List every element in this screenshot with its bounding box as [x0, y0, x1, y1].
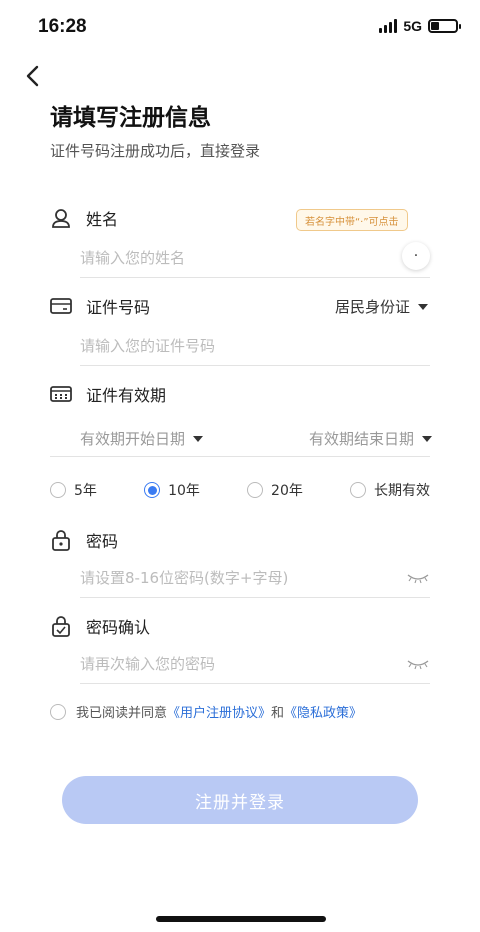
confirm-label-row: 密码确认 — [50, 614, 150, 638]
agreement-checkbox[interactable] — [50, 703, 66, 720]
battery-icon — [428, 19, 461, 33]
calendar-icon — [50, 383, 72, 405]
eye-closed-icon[interactable] — [406, 658, 430, 670]
validity-end-select[interactable]: 有效期结束日期 — [309, 428, 432, 449]
page-subtitle: 证件号码注册成功后，直接登录 — [50, 142, 261, 160]
status-bar: 16:28 5G — [0, 0, 480, 54]
chevron-down-icon — [193, 435, 204, 442]
radio-circle — [350, 482, 366, 498]
radio-label: 长期有效 — [374, 483, 430, 499]
name-input[interactable] — [80, 248, 380, 267]
id-label: 证件号码 — [86, 298, 151, 317]
password-label-row: 密码 — [50, 528, 118, 552]
register-login-button[interactable]: 注册并登录 — [62, 776, 418, 824]
network-type: 5G — [403, 18, 422, 34]
radio-5-years[interactable]: 5年 — [50, 480, 97, 500]
card-icon — [50, 295, 72, 317]
confirm-input-row — [80, 644, 430, 684]
chevron-down-icon — [422, 435, 432, 442]
privacy-policy-link[interactable]: 《隐私政策》 — [284, 706, 362, 721]
radio-long-term[interactable]: 长期有效 — [350, 480, 430, 500]
lock-icon — [50, 529, 72, 551]
home-indicator[interactable] — [156, 916, 326, 922]
insert-dot-button[interactable]: · — [402, 242, 430, 270]
validity-label: 证件有效期 — [86, 386, 167, 405]
chevron-down-icon — [418, 303, 428, 310]
agreement-and: 和 — [271, 706, 285, 721]
radio-circle — [50, 482, 66, 498]
radio-circle — [247, 482, 264, 498]
user-icon — [50, 207, 72, 229]
radio-label: 10年 — [168, 483, 200, 499]
back-arrow-icon[interactable] — [22, 64, 44, 88]
page-title: 请填写注册信息 — [50, 105, 211, 131]
id-number-input[interactable] — [80, 336, 430, 355]
validity-period-options: 5年 10年 20年 长期有效 — [50, 480, 430, 500]
name-input-row — [80, 238, 380, 278]
name-input-divider — [380, 277, 430, 278]
status-icons: 5G — [379, 18, 461, 34]
id-type-select[interactable]: 居民身份证 — [335, 296, 428, 317]
name-dot-tip: 若名字中带“·”可点击 — [296, 209, 408, 231]
agreement-row: 我已阅读并同意《用户注册协议》和《隐私政策》 — [50, 702, 362, 721]
name-label: 姓名 — [86, 210, 119, 229]
confirm-password-input[interactable] — [80, 654, 398, 673]
signal-icon — [379, 19, 398, 33]
agreement-prefix: 我已阅读并同意 — [76, 706, 168, 721]
status-time: 16:28 — [38, 16, 87, 37]
password-label: 密码 — [86, 532, 119, 551]
user-agreement-link[interactable]: 《用户注册协议》 — [167, 706, 271, 721]
validity-start-select[interactable]: 有效期开始日期 — [80, 428, 204, 449]
password-input[interactable] — [80, 568, 398, 587]
password-input-row — [80, 558, 430, 598]
radio-label: 5年 — [74, 483, 97, 499]
id-type-value: 居民身份证 — [334, 298, 410, 316]
validity-label-row: 证件有效期 — [50, 382, 166, 406]
id-label-row: 证件号码 — [50, 294, 150, 318]
eye-closed-icon[interactable] — [406, 572, 430, 584]
radio-label: 20年 — [271, 483, 303, 499]
confirm-label: 密码确认 — [86, 618, 151, 637]
radio-circle — [144, 482, 161, 498]
id-input-row — [80, 326, 430, 366]
validity-start-placeholder: 有效期开始日期 — [80, 430, 186, 448]
validity-divider — [50, 456, 430, 457]
validity-end-placeholder: 有效期结束日期 — [308, 430, 414, 448]
lock-check-icon — [50, 615, 72, 637]
radio-10-years[interactable]: 10年 — [144, 480, 200, 500]
name-label-row: 姓名 — [50, 206, 118, 230]
radio-20-years[interactable]: 20年 — [247, 480, 303, 500]
